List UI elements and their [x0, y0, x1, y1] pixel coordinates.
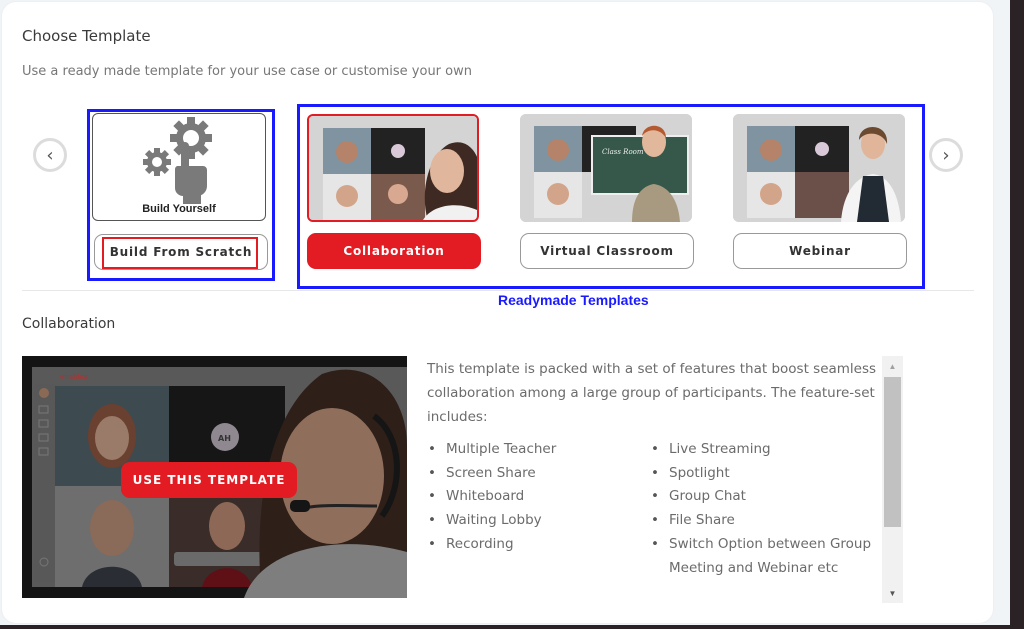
- feature-item: Multiple Teacher: [426, 438, 636, 462]
- preview-brand: enablex: [60, 373, 88, 381]
- feature-item: Whiteboard: [426, 485, 636, 509]
- feature-list-left: Multiple Teacher Screen Share Whiteboard…: [426, 438, 636, 557]
- description-scrollbar[interactable]: ▲ ▼: [882, 356, 903, 603]
- feature-item: Spotlight: [649, 462, 877, 486]
- feature-item: File Share: [649, 509, 877, 533]
- scroll-up-arrow-icon[interactable]: ▲: [882, 356, 903, 376]
- preview-avatar-initials: AH: [218, 434, 231, 443]
- feature-item: Switch Option between Group Meeting and …: [649, 533, 877, 580]
- build-yourself-thumbnail[interactable]: Build Yourself: [92, 113, 266, 221]
- use-this-template-button[interactable]: USE THIS TEMPLATE: [121, 462, 297, 498]
- webinar-preview-image: [733, 114, 905, 222]
- selected-template-title: Collaboration: [22, 316, 116, 332]
- template-button-webinar[interactable]: Webinar: [733, 233, 907, 269]
- background-window-bottom: [0, 625, 1024, 629]
- section-divider: [22, 290, 974, 291]
- feature-item: Group Chat: [649, 485, 877, 509]
- webinar-thumbnail[interactable]: [733, 114, 905, 222]
- chevron-right-icon: ›: [942, 144, 950, 166]
- build-yourself-label: Build Yourself: [142, 203, 216, 215]
- readymade-templates-annotation-label: Readymade Templates: [498, 292, 649, 308]
- virtual-classroom-preview-image: Class Room: [520, 114, 692, 222]
- feature-item: Screen Share: [426, 462, 636, 486]
- background-window-edge: [1010, 0, 1024, 629]
- collaboration-preview-image: [309, 116, 477, 220]
- virtual-classroom-thumbnail[interactable]: Class Room: [520, 114, 692, 222]
- feature-item: Live Streaming: [649, 438, 877, 462]
- page-subtitle: Use a ready made template for your use c…: [22, 64, 472, 79]
- feature-item: Recording: [426, 533, 636, 557]
- scrollbar-thumb[interactable]: [884, 377, 901, 527]
- feature-item: Waiting Lobby: [426, 509, 636, 533]
- carousel-next-button[interactable]: ›: [929, 138, 963, 172]
- build-from-scratch-annotation: [102, 237, 258, 269]
- template-button-virtual-classroom[interactable]: Virtual Classroom: [520, 233, 694, 269]
- collaboration-thumbnail[interactable]: [307, 114, 479, 222]
- chevron-left-icon: ‹: [46, 144, 54, 166]
- svg-text:Class Room: Class Room: [602, 148, 644, 156]
- page-title: Choose Template: [22, 27, 151, 45]
- template-description: This template is packed with a set of fe…: [427, 361, 877, 425]
- template-button-collaboration[interactable]: Collaboration: [307, 233, 481, 269]
- carousel-prev-button[interactable]: ‹: [33, 138, 67, 172]
- feature-list-right: Live Streaming Spotlight Group Chat File…: [649, 438, 877, 580]
- scroll-down-arrow-icon[interactable]: ▼: [882, 583, 903, 603]
